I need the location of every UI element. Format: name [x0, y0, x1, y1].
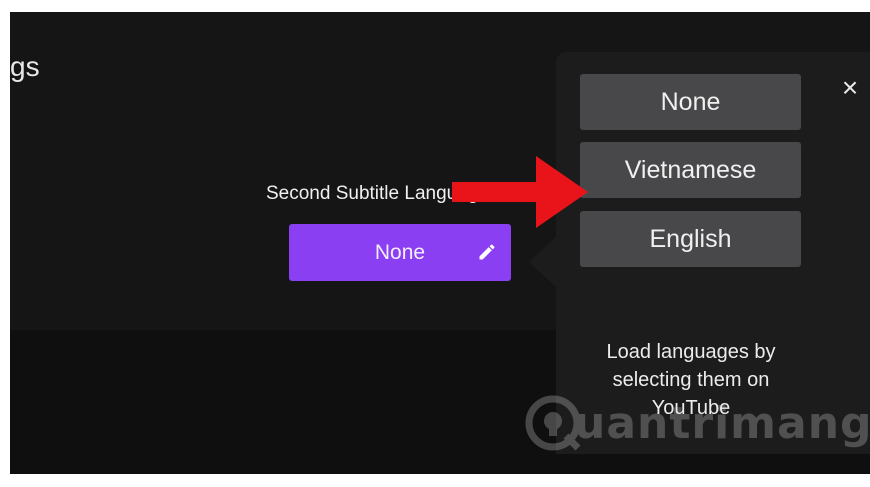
app-frame: gs Second Subtitle Language None × None … [10, 12, 870, 474]
second-subtitle-language-button[interactable]: None [289, 224, 511, 281]
language-option-none[interactable]: None [580, 74, 801, 130]
popup-pointer [529, 236, 557, 288]
page-title: gs [10, 51, 40, 82]
watermark-text: uantrimang [574, 398, 870, 449]
language-option-english[interactable]: English [580, 211, 801, 267]
red-arrow-icon [452, 156, 588, 228]
language-option-vietnamese[interactable]: Vietnamese [580, 142, 801, 198]
quantrimang-watermark: uantrimang [522, 392, 870, 464]
close-button[interactable]: × [836, 74, 864, 102]
pencil-icon [479, 244, 495, 260]
